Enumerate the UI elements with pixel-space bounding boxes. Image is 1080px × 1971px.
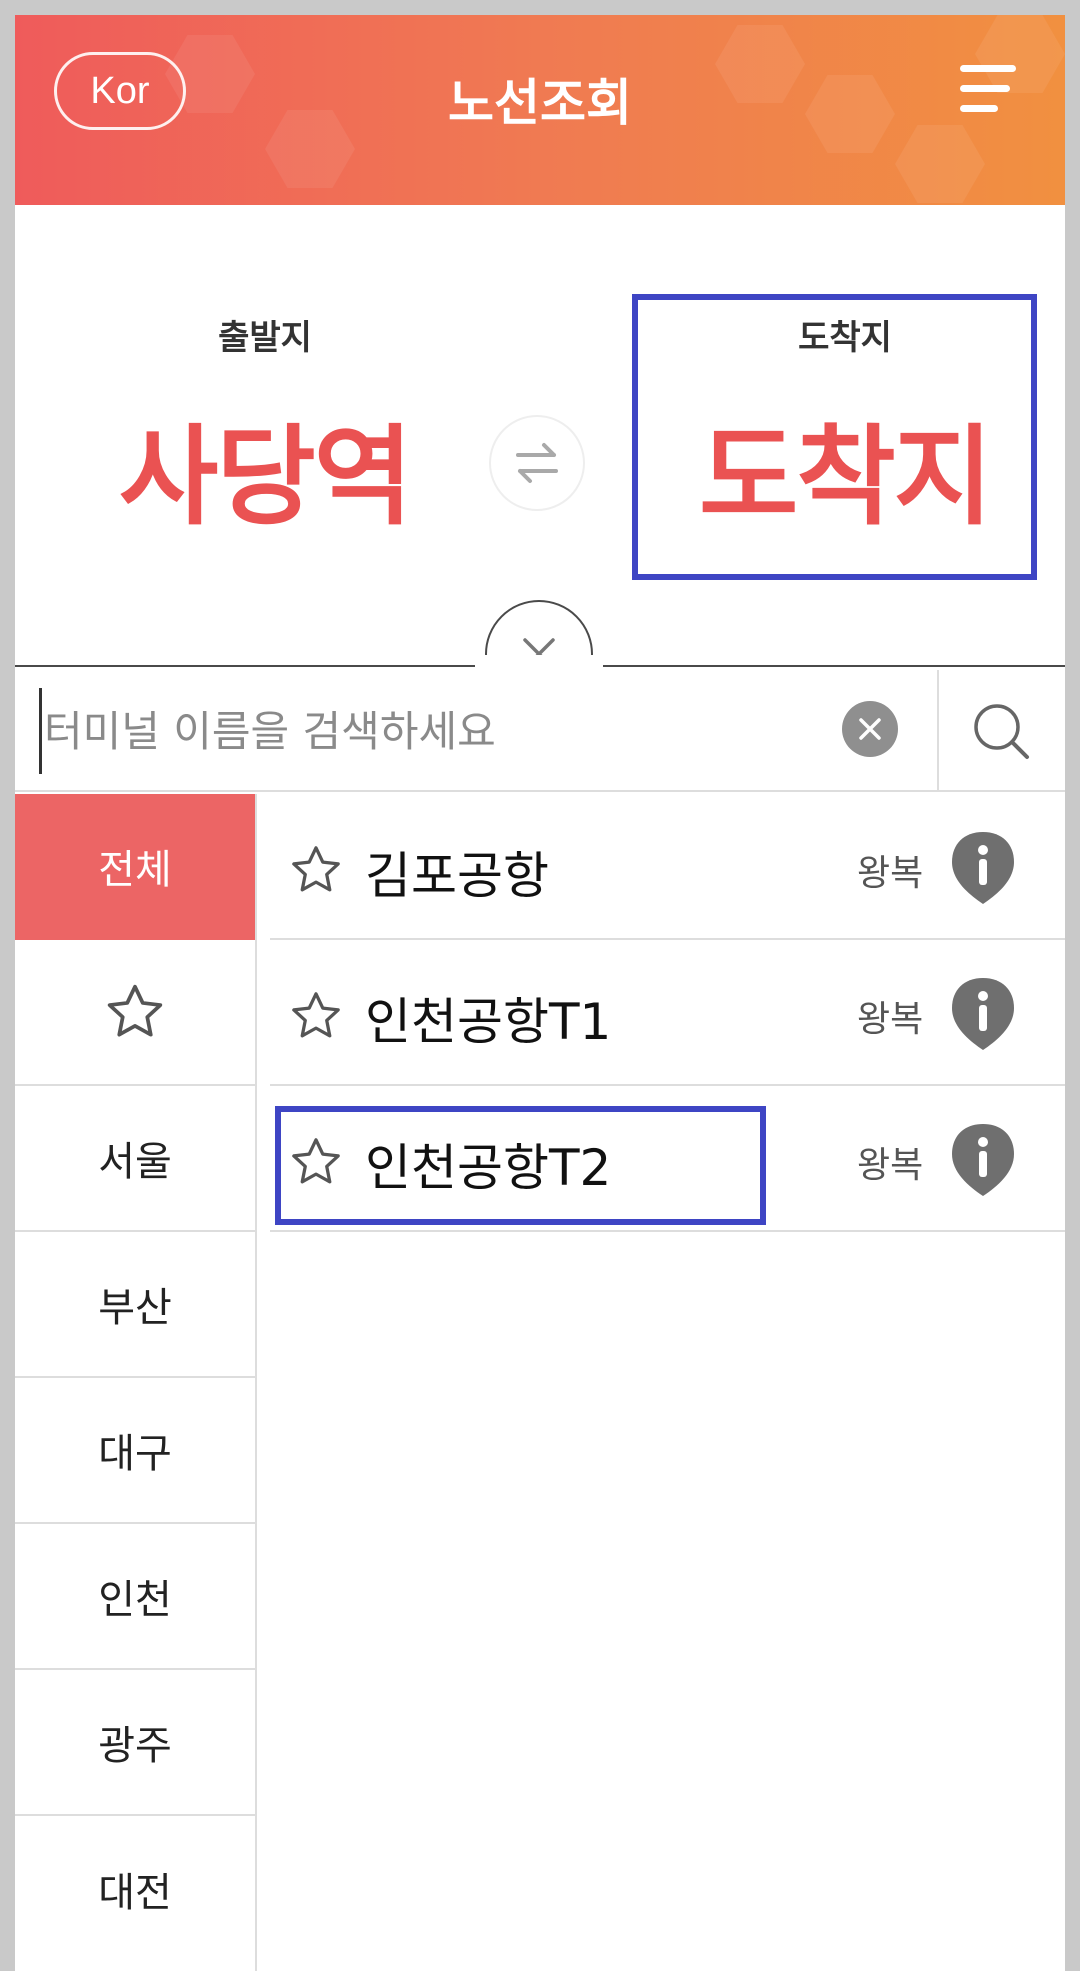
terminal-row[interactable]: 김포공항 왕복 bbox=[270, 794, 1065, 940]
departure-value[interactable]: 사당역 bbox=[75, 390, 455, 546]
info-pin-icon[interactable] bbox=[950, 976, 1016, 1052]
swap-icon bbox=[516, 443, 558, 483]
trip-type-label: 왕복 bbox=[857, 1145, 924, 1186]
category-seoul[interactable]: 서울 bbox=[15, 1086, 255, 1232]
terminal-search-input[interactable] bbox=[39, 688, 819, 774]
terminal-name: 인천공항T1 bbox=[365, 993, 612, 1051]
category-all[interactable]: 전체 bbox=[15, 794, 255, 940]
departure-label: 출발지 bbox=[218, 318, 312, 358]
search-button[interactable] bbox=[937, 670, 1065, 792]
category-incheon[interactable]: 인천 bbox=[15, 1524, 255, 1670]
category-busan[interactable]: 부산 bbox=[15, 1232, 255, 1378]
menu-icon[interactable] bbox=[960, 65, 1016, 115]
category-favorites[interactable] bbox=[15, 940, 255, 1086]
star-outline-icon[interactable] bbox=[288, 988, 344, 1044]
category-daegu[interactable]: 대구 bbox=[15, 1378, 255, 1524]
decor-hexagon bbox=[895, 125, 985, 203]
clear-search-button[interactable] bbox=[842, 701, 898, 757]
star-outline-icon[interactable] bbox=[288, 842, 344, 898]
trip-type-label: 왕복 bbox=[857, 999, 924, 1040]
terminal-row[interactable]: 인천공항T1 왕복 bbox=[270, 940, 1065, 1086]
category-sidebar: 전체 서울 부산 대구 인천 광주 대전 bbox=[15, 794, 257, 1971]
info-pin-icon[interactable] bbox=[950, 1122, 1016, 1198]
terminal-name: 김포공항 bbox=[365, 847, 549, 905]
app-frame: Kor 노선조회 출발지 사당역 도착지 도착지 터미널 이름을 검색하세요 전… bbox=[15, 15, 1065, 1971]
info-pin-icon[interactable] bbox=[950, 830, 1016, 906]
arrival-highlight-box bbox=[632, 294, 1037, 580]
header: Kor 노선조회 bbox=[15, 15, 1065, 205]
page-title: 노선조회 bbox=[448, 74, 632, 132]
swap-route-button[interactable] bbox=[489, 415, 585, 511]
terminal-highlight-box bbox=[275, 1106, 766, 1225]
category-gwangju[interactable]: 광주 bbox=[15, 1670, 255, 1816]
search-bar bbox=[15, 670, 1065, 792]
search-icon bbox=[974, 704, 1029, 759]
category-daejeon[interactable]: 대전 bbox=[15, 1816, 255, 1962]
star-outline-icon bbox=[107, 984, 163, 1037]
clear-icon bbox=[859, 718, 881, 740]
trip-type-label: 왕복 bbox=[857, 853, 924, 894]
